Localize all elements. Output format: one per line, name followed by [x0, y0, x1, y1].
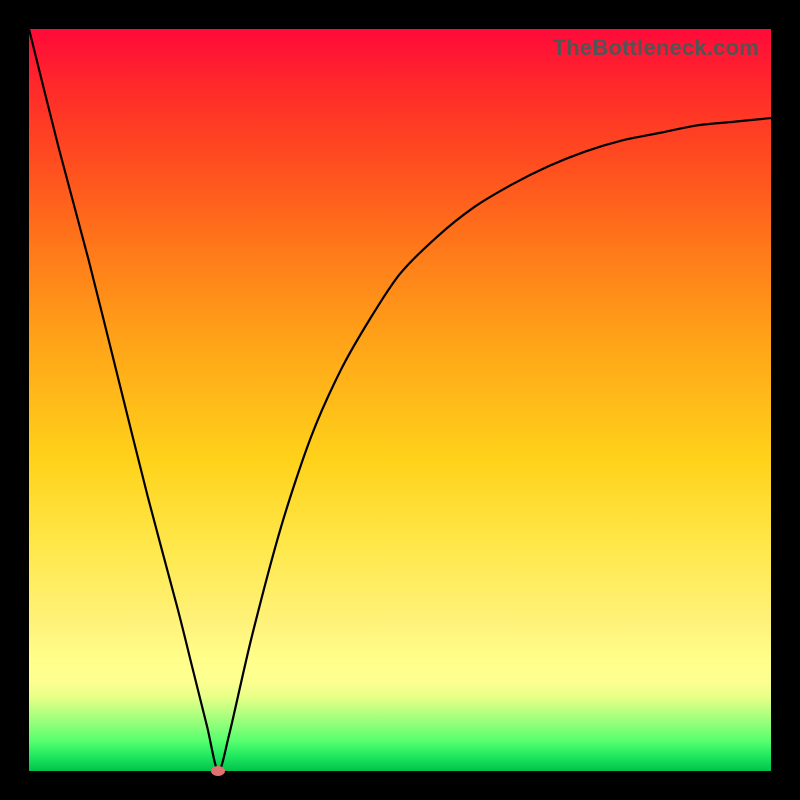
chart-frame: TheBottleneck.com [0, 0, 800, 800]
bottleneck-curve [29, 29, 771, 771]
optimal-marker [211, 766, 225, 776]
watermark-text: TheBottleneck.com [553, 35, 759, 61]
plot-area: TheBottleneck.com [29, 29, 771, 771]
